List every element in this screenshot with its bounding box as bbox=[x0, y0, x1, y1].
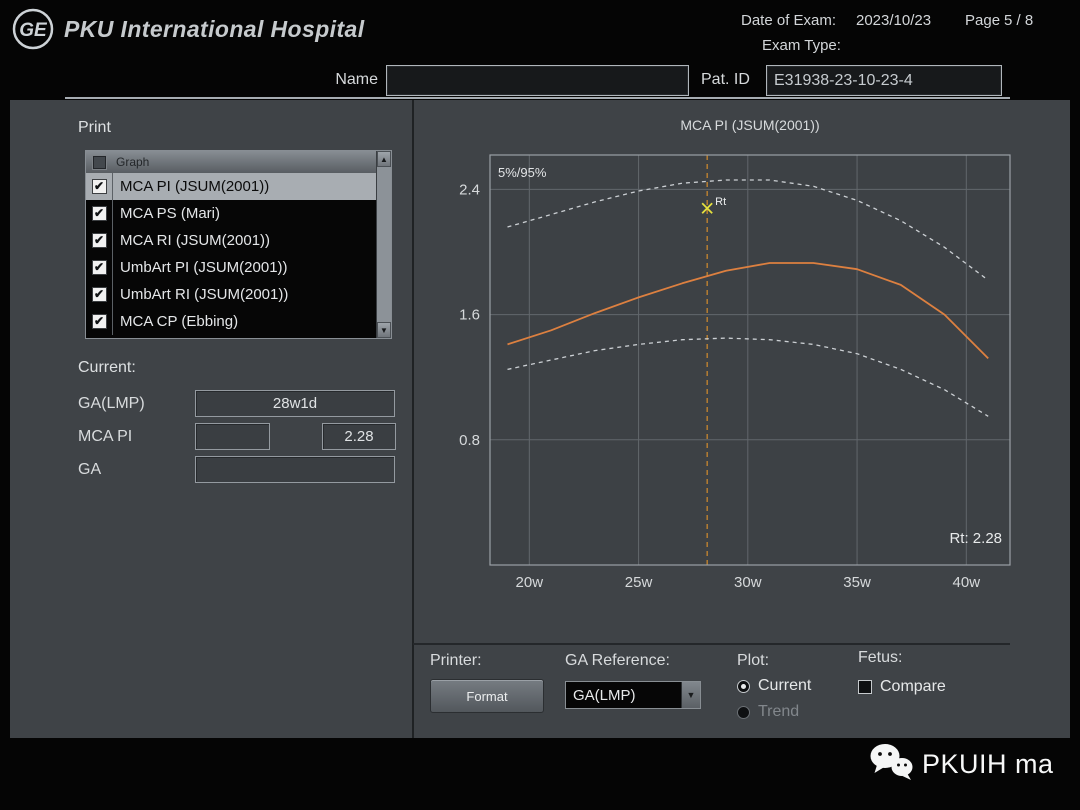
ga-lmp-label: GA(LMP) bbox=[78, 395, 145, 412]
ga-label: GA bbox=[78, 461, 102, 478]
list-item-label: MCA RI (JSUM(2001)) bbox=[120, 232, 271, 249]
ga-reference-value: GA(LMP) bbox=[573, 686, 636, 704]
list-item[interactable]: ✔ MCA CP (Ebbing) bbox=[86, 308, 376, 335]
svg-text:Rt: 2.28: Rt: 2.28 bbox=[949, 530, 1002, 547]
printer-label: Printer: bbox=[430, 652, 482, 669]
page-indicator: Page 5 / 8 bbox=[965, 12, 1034, 29]
item-checkbox[interactable]: ✔ bbox=[86, 200, 113, 227]
scroll-up-icon[interactable]: ▲ bbox=[377, 151, 391, 167]
checkbox-icon: ✔ bbox=[91, 206, 107, 221]
format-button[interactable]: Format bbox=[430, 679, 544, 713]
item-checkbox[interactable]: ✔ bbox=[86, 308, 113, 335]
list-item[interactable]: ✔ MCA RI (JSUM(2001)) bbox=[86, 227, 376, 254]
pat-id-input[interactable] bbox=[766, 65, 1002, 96]
scroll-down-icon[interactable]: ▼ bbox=[377, 322, 391, 338]
plot-option-trend[interactable]: Trend bbox=[737, 702, 811, 722]
exam-type-label: Exam Type: bbox=[762, 37, 841, 54]
growth-chart: Rt 5%/95% Rt: 2.28 0.8 1.6 2.4 20w 25w 30w 35w 40w bbox=[459, 154, 1011, 591]
plot-options: Current Trend bbox=[737, 676, 811, 722]
list-item[interactable]: ✔ MCA PS (Mari) bbox=[86, 200, 376, 227]
checkbox-icon: ✔ bbox=[91, 179, 107, 194]
svg-text:40w: 40w bbox=[953, 574, 981, 591]
report-screen: GE PKU International Hospital Date of Ex… bbox=[0, 0, 1080, 810]
checkbox-icon: ✔ bbox=[91, 233, 107, 248]
hospital-title: PKU International Hospital bbox=[64, 16, 365, 42]
list-item-label: UmbArt PI (JSUM(2001)) bbox=[120, 259, 288, 276]
date-of-exam-label: Date of Exam: bbox=[741, 12, 837, 29]
list-item-label: MCA PI (JSUM(2001)) bbox=[120, 178, 270, 195]
checkbox-icon: ✔ bbox=[91, 260, 107, 275]
scrollbar-track[interactable] bbox=[377, 167, 391, 322]
svg-text:Rt: Rt bbox=[715, 196, 726, 208]
ge-logo-icon: GE bbox=[10, 6, 56, 52]
svg-text:25w: 25w bbox=[625, 574, 653, 591]
graph-listbox: Graph ✔ MCA PI (JSUM(2001)) ✔ MCA PS (Mari)… bbox=[85, 150, 392, 339]
graph-list-header[interactable]: Graph bbox=[86, 151, 376, 173]
compare-label: Compare bbox=[880, 678, 946, 695]
svg-text:30w: 30w bbox=[734, 574, 762, 591]
item-checkbox[interactable]: ✔ bbox=[86, 254, 113, 281]
mca-pi-field-1[interactable] bbox=[195, 423, 270, 450]
list-item-label: MCA CP (Ebbing) bbox=[120, 313, 239, 330]
ga-reference-label: GA Reference: bbox=[565, 652, 670, 669]
ga-field[interactable] bbox=[195, 456, 395, 483]
date-of-exam-value: 2023/10/23 bbox=[856, 12, 932, 29]
compare-checkbox[interactable] bbox=[858, 680, 872, 694]
select-all-checkbox[interactable] bbox=[93, 155, 106, 169]
item-checkbox[interactable]: ✔ bbox=[86, 173, 113, 200]
ga-lmp-field[interactable]: 28w1d bbox=[195, 390, 395, 417]
radio-label: Current bbox=[758, 677, 812, 694]
watermark: PKUIH ma bbox=[868, 742, 1054, 787]
list-item-label: MCA PS (Mari) bbox=[120, 205, 221, 222]
name-input[interactable] bbox=[386, 65, 689, 96]
svg-text:0.8: 0.8 bbox=[459, 432, 480, 449]
checkbox-icon: ✔ bbox=[91, 287, 107, 302]
graph-column-header: Graph bbox=[116, 155, 150, 169]
dropdown-arrow-icon[interactable]: ▼ bbox=[681, 682, 700, 708]
chart-title: MCA PI (JSUM(2001)) bbox=[680, 117, 820, 133]
plot-label: Plot: bbox=[737, 652, 770, 669]
svg-text:35w: 35w bbox=[843, 574, 871, 591]
list-item[interactable]: ✔ UmbArt PI (JSUM(2001)) bbox=[86, 254, 376, 281]
wechat-icon bbox=[868, 742, 914, 787]
header-separator bbox=[65, 97, 1010, 99]
svg-text:2.4: 2.4 bbox=[459, 181, 480, 198]
plot-option-current[interactable]: Current bbox=[737, 676, 811, 696]
list-item-label: UmbArt RI (JSUM(2001)) bbox=[120, 286, 289, 303]
radio-icon[interactable] bbox=[737, 705, 750, 719]
item-checkbox[interactable]: ✔ bbox=[86, 227, 113, 254]
mca-pi-field-2[interactable]: 2.28 bbox=[322, 423, 396, 450]
ga-lmp-value: 28w1d bbox=[272, 395, 318, 412]
svg-text:GE: GE bbox=[19, 20, 48, 41]
current-section-title: Current: bbox=[78, 359, 136, 376]
graph-list: Graph ✔ MCA PI (JSUM(2001)) ✔ MCA PS (Mari)… bbox=[86, 151, 376, 338]
svg-text:5%/95%: 5%/95% bbox=[498, 165, 547, 180]
mca-pi-value: 2.28 bbox=[344, 428, 374, 445]
pat-id-label: Pat. ID bbox=[701, 71, 750, 88]
controls-separator bbox=[413, 643, 1010, 645]
checkbox-icon: ✔ bbox=[91, 314, 107, 329]
list-scrollbar[interactable]: ▲ ▼ bbox=[376, 151, 391, 338]
watermark-text: PKUIH ma bbox=[922, 749, 1054, 779]
item-checkbox[interactable]: ✔ bbox=[86, 281, 113, 308]
print-section-title: Print bbox=[78, 119, 111, 136]
svg-text:20w: 20w bbox=[516, 574, 544, 591]
list-item[interactable]: ✔ MCA PI (JSUM(2001)) bbox=[86, 173, 376, 200]
list-item[interactable]: ✔ UmbArt RI (JSUM(2001)) bbox=[86, 281, 376, 308]
ga-reference-dropdown[interactable]: GA(LMP) ▼ bbox=[565, 681, 701, 709]
fetus-label: Fetus: bbox=[858, 649, 903, 666]
compare-option[interactable]: Compare bbox=[858, 678, 946, 696]
radio-label: Trend bbox=[758, 703, 800, 720]
mca-pi-label: MCA PI bbox=[78, 428, 133, 445]
graph-list-rows: ✔ MCA PI (JSUM(2001)) ✔ MCA PS (Mari) ✔ MCA R… bbox=[86, 173, 376, 338]
radio-icon[interactable] bbox=[737, 679, 750, 693]
name-label: Name bbox=[335, 71, 378, 88]
svg-text:1.6: 1.6 bbox=[459, 307, 480, 324]
